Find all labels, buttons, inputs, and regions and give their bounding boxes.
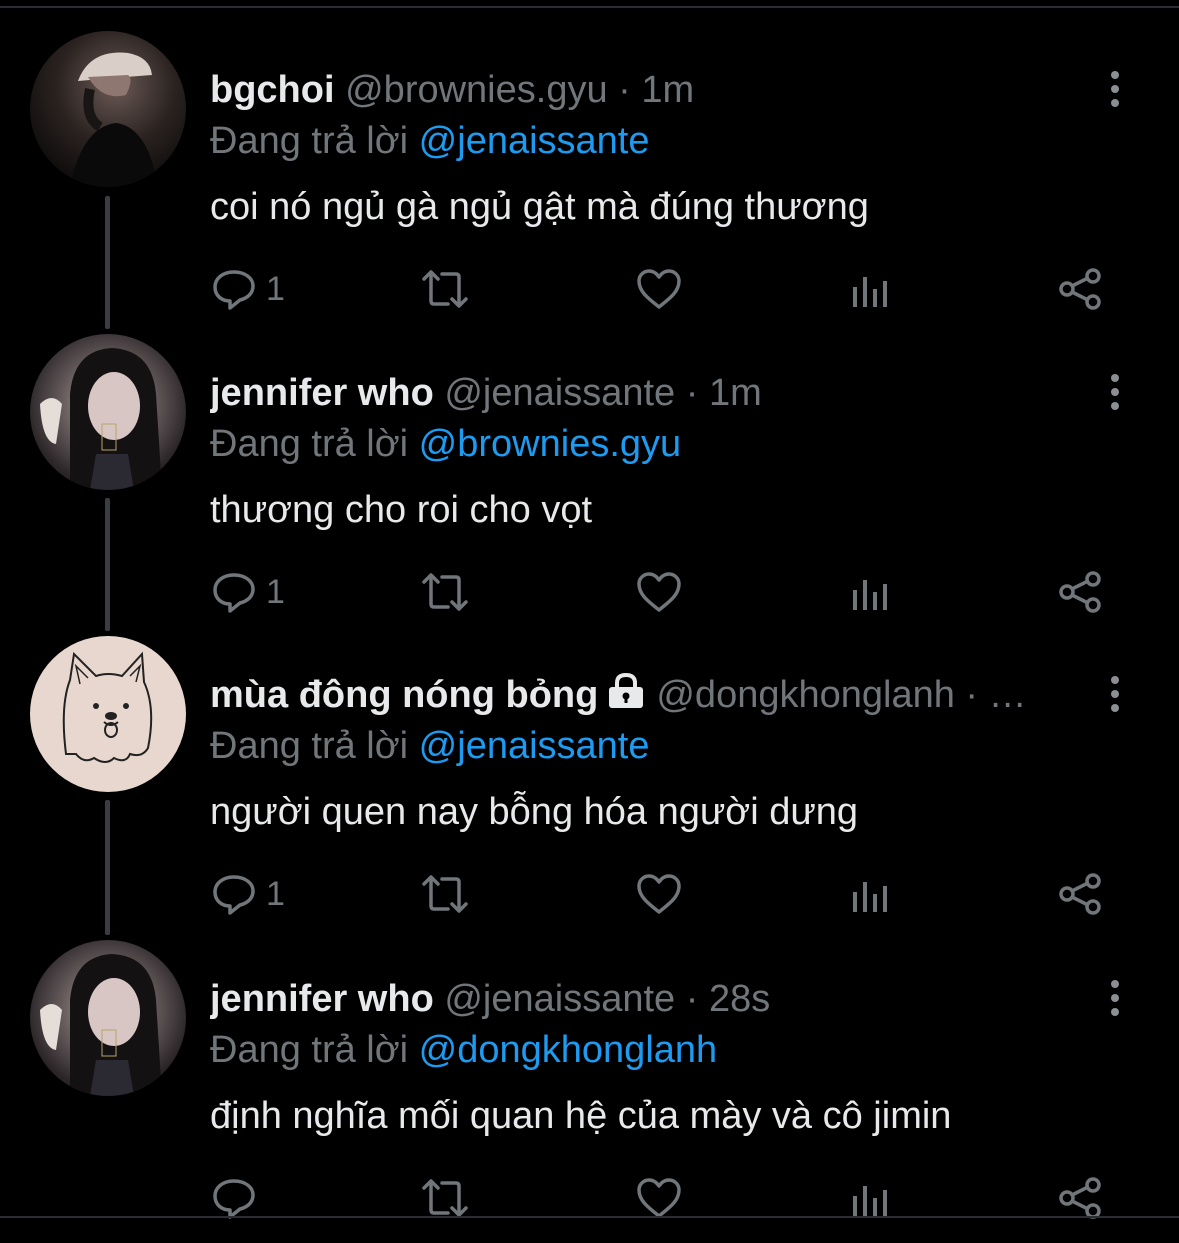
tweet-text: người quen nay bỗng hóa người dưng xyxy=(210,791,859,833)
replying-to: Đang trả lời @jenaissante xyxy=(210,116,650,166)
tweet-text: thương cho roi cho vọt xyxy=(210,489,593,531)
replying-to-label: Đang trả lời xyxy=(210,120,409,162)
tweet[interactable]: bgchoi @brownies.gyu · 1m Đang trả lời @… xyxy=(0,31,1179,334)
share-icon xyxy=(1058,872,1104,916)
reply-button[interactable]: 1 xyxy=(210,264,285,314)
tweet-text: coi nó ngủ gà ngủ gật mà đúng thương xyxy=(210,186,869,228)
replying-to: Đang trả lời @jenaissante xyxy=(210,721,650,771)
views-icon xyxy=(850,267,890,311)
views-icon xyxy=(850,872,890,916)
reply-count: 1 xyxy=(266,269,285,308)
timestamp: · 28s xyxy=(685,978,771,1020)
heart-icon xyxy=(635,872,683,916)
tweet-text: định nghĩa mối quan hệ của mày và cô jim… xyxy=(210,1095,952,1137)
mention-link[interactable]: @jenaissante xyxy=(419,725,650,767)
tweet-header: mùa đông nóng bỏng @dongkhonglanh · … xyxy=(210,670,1070,720)
avatar[interactable] xyxy=(30,334,186,490)
retweet-icon xyxy=(418,267,472,311)
tweet-actions: 1 xyxy=(210,264,1110,314)
display-name[interactable]: mùa đông nóng bỏng xyxy=(210,674,598,716)
username[interactable]: @brownies.gyu xyxy=(345,69,607,111)
reply-icon xyxy=(210,872,258,916)
tweet[interactable]: mùa đông nóng bỏng @dongkhonglanh · … Đan… xyxy=(0,636,1179,939)
display-name[interactable]: jennifer who xyxy=(210,978,434,1020)
retweet-icon xyxy=(418,872,472,916)
display-name[interactable]: jennifer who xyxy=(210,372,434,414)
username[interactable]: @dongkhonglanh xyxy=(656,674,955,716)
retweet-icon xyxy=(418,570,472,614)
views-icon xyxy=(850,1176,890,1220)
reply-icon xyxy=(210,570,258,614)
bottom-divider xyxy=(0,1216,1179,1218)
more-vertical-icon[interactable] xyxy=(1098,374,1132,410)
share-icon xyxy=(1058,1176,1104,1220)
share-button[interactable] xyxy=(1058,567,1104,617)
views-icon xyxy=(850,570,890,614)
avatar[interactable] xyxy=(30,31,186,187)
replying-to-label: Đang trả lời xyxy=(210,423,409,465)
retweet-button[interactable] xyxy=(418,869,472,919)
views-button[interactable] xyxy=(850,869,890,919)
tweet-actions: 1 xyxy=(210,567,1110,617)
mention-link[interactable]: @dongkhonglanh xyxy=(419,1029,718,1071)
timestamp: · … xyxy=(965,674,1027,716)
tweet-header: jennifer who @jenaissante · 1m xyxy=(210,368,1070,418)
reply-button[interactable]: 1 xyxy=(210,567,285,617)
more-vertical-icon[interactable] xyxy=(1098,71,1132,107)
replying-to: Đang trả lời @brownies.gyu xyxy=(210,419,681,469)
like-button[interactable] xyxy=(635,264,683,314)
reply-count: 1 xyxy=(266,572,285,611)
reply-count: 1 xyxy=(266,874,285,913)
heart-icon xyxy=(635,267,683,311)
replying-to: Đang trả lời @dongkhonglanh xyxy=(210,1025,717,1075)
timestamp: · 1m xyxy=(618,69,695,111)
heart-icon xyxy=(635,1176,683,1220)
views-button[interactable] xyxy=(850,264,890,314)
mention-link[interactable]: @jenaissante xyxy=(419,120,650,162)
tweet[interactable]: jennifer who @jenaissante · 28s Đang trả… xyxy=(0,940,1179,1243)
display-name[interactable]: bgchoi xyxy=(210,69,335,111)
lock-icon xyxy=(606,672,646,720)
username[interactable]: @jenaissante xyxy=(444,978,675,1020)
replying-to-label: Đang trả lời xyxy=(210,725,409,767)
tweet[interactable]: jennifer who @jenaissante · 1m Đang trả … xyxy=(0,334,1179,637)
avatar[interactable] xyxy=(30,940,186,1096)
like-button[interactable] xyxy=(635,869,683,919)
share-button[interactable] xyxy=(1058,869,1104,919)
timestamp: · 1m xyxy=(685,372,762,414)
avatar[interactable] xyxy=(30,636,186,792)
retweet-button[interactable] xyxy=(418,264,472,314)
reply-icon xyxy=(210,267,258,311)
reply-icon xyxy=(210,1176,258,1220)
share-icon xyxy=(1058,267,1104,311)
more-vertical-icon[interactable] xyxy=(1098,980,1132,1016)
retweet-icon xyxy=(418,1176,472,1220)
replying-to-label: Đang trả lời xyxy=(210,1029,409,1071)
retweet-button[interactable] xyxy=(418,567,472,617)
mention-link[interactable]: @brownies.gyu xyxy=(419,423,681,465)
heart-icon xyxy=(635,570,683,614)
username[interactable]: @jenaissante xyxy=(444,372,675,414)
more-vertical-icon[interactable] xyxy=(1098,676,1132,712)
share-icon xyxy=(1058,570,1104,614)
share-button[interactable] xyxy=(1058,264,1104,314)
tweet-header: bgchoi @brownies.gyu · 1m xyxy=(210,65,1070,115)
top-divider xyxy=(0,6,1179,8)
reply-button[interactable]: 1 xyxy=(210,869,285,919)
like-button[interactable] xyxy=(635,567,683,617)
views-button[interactable] xyxy=(850,567,890,617)
tweet-header: jennifer who @jenaissante · 28s xyxy=(210,974,1070,1024)
tweet-actions: 1 xyxy=(210,869,1110,919)
